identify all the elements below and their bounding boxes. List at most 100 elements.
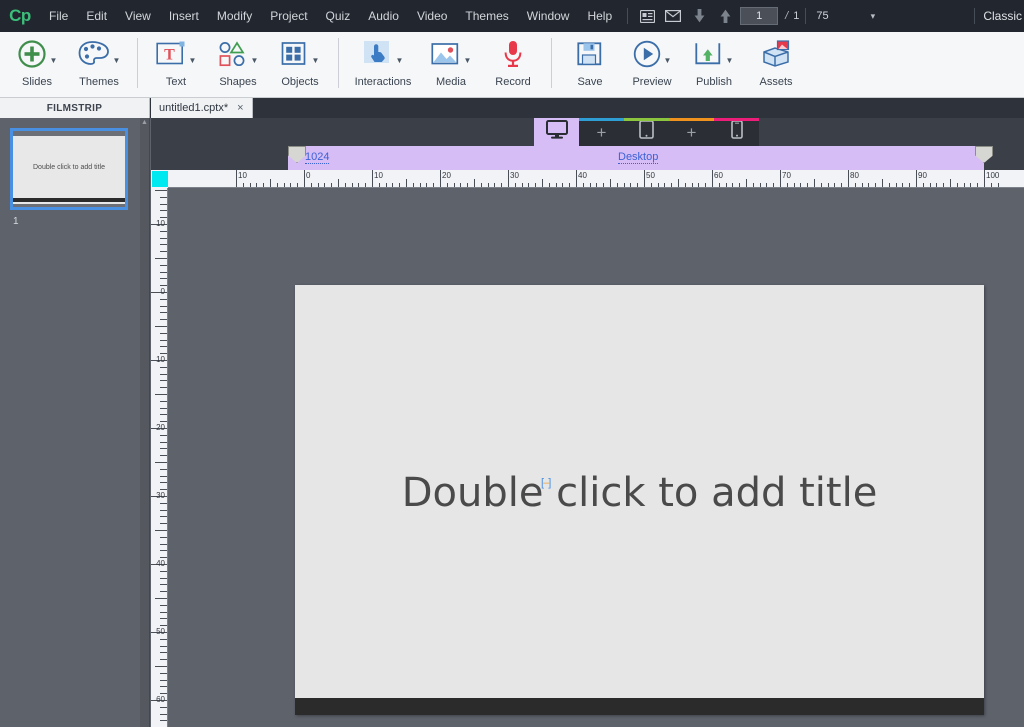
breakpoint-desktop[interactable] bbox=[534, 118, 579, 146]
filmstrip-scrollbar[interactable]: ▲ bbox=[140, 118, 149, 727]
ruler-minor-tick bbox=[460, 183, 462, 187]
menu-item-quiz[interactable]: Quiz bbox=[317, 0, 360, 32]
ruler-minor-tick bbox=[698, 183, 700, 187]
ribbon-button-preview[interactable]: ▼ Preview bbox=[621, 32, 683, 96]
ruler-minor-tick bbox=[385, 183, 387, 187]
chevron-down-icon[interactable]: ▼ bbox=[664, 56, 672, 65]
vertical-ruler[interactable]: 20100102030405060708090100 bbox=[151, 188, 168, 727]
zoom-dropdown-caret-icon[interactable]: ▾ bbox=[871, 11, 876, 22]
ruler-minor-tick bbox=[160, 468, 167, 470]
arrow-up-icon[interactable] bbox=[712, 5, 738, 27]
menu-item-audio[interactable]: Audio bbox=[359, 0, 408, 32]
slide-title-placeholder[interactable]: Double click to add title bbox=[295, 470, 984, 516]
scroll-up-arrow-icon[interactable]: ▲ bbox=[140, 118, 149, 127]
ruler-minor-tick bbox=[868, 183, 870, 187]
ruler-minor-tick bbox=[861, 183, 863, 187]
horizontal-ruler[interactable]: 10 0 10 20 30 40 50 60 70 80 90 100 bbox=[168, 170, 1024, 188]
chevron-down-icon[interactable]: ▼ bbox=[189, 56, 197, 65]
ribbon-button-assets[interactable]: Assets bbox=[745, 32, 807, 96]
breakpoint-add-1[interactable]: + bbox=[579, 118, 624, 146]
ribbon-button-record[interactable]: Record bbox=[482, 32, 544, 96]
menu-item-video[interactable]: Video bbox=[408, 0, 456, 32]
workspace-label[interactable]: Classic bbox=[974, 0, 1024, 32]
document-tab[interactable]: untitled1.cptx* × bbox=[151, 98, 253, 118]
ruler-minor-tick bbox=[494, 183, 496, 187]
chevron-down-icon[interactable]: ▼ bbox=[50, 56, 58, 65]
chevron-down-icon[interactable]: ▼ bbox=[396, 56, 404, 65]
breakpoint-add-2[interactable]: + bbox=[669, 118, 714, 146]
arrow-down-icon[interactable] bbox=[686, 5, 712, 27]
ruler-minor-tick bbox=[160, 570, 167, 572]
menu-item-project[interactable]: Project bbox=[261, 0, 316, 32]
ruler-minor-tick bbox=[160, 475, 167, 477]
ruler-minor-tick bbox=[160, 278, 167, 280]
menu-item-window[interactable]: Window bbox=[518, 0, 579, 32]
mobile-phone-icon bbox=[730, 120, 743, 144]
slide-notes-icon[interactable] bbox=[634, 5, 660, 27]
ruler-minor-tick bbox=[344, 183, 346, 187]
breakpoint-color-bar-pink bbox=[714, 118, 759, 121]
breakpoint-tablet[interactable] bbox=[624, 118, 669, 146]
palette-icon bbox=[78, 40, 110, 73]
ribbon-label-media: Media bbox=[436, 76, 466, 88]
breakpoint-width-value[interactable]: 1024 bbox=[305, 151, 330, 164]
chevron-down-icon[interactable]: ▼ bbox=[251, 56, 259, 65]
ruler-minor-tick bbox=[160, 455, 167, 457]
ruler-label: 20 bbox=[442, 171, 451, 180]
ruler-minor-tick bbox=[650, 183, 652, 187]
ruler-minor-tick bbox=[820, 183, 822, 187]
menu-item-help[interactable]: Help bbox=[578, 0, 621, 32]
app-logo[interactable]: Cp bbox=[0, 0, 40, 32]
slide-thumbnail-1[interactable]: Double click to add title bbox=[10, 128, 128, 210]
ruler-minor-tick bbox=[990, 183, 992, 187]
breakpoint-color-bar-green bbox=[624, 118, 669, 121]
current-slide-input[interactable]: 1 bbox=[740, 7, 779, 25]
zoom-level-value[interactable]: 75 bbox=[812, 10, 828, 22]
chevron-down-icon[interactable]: ▼ bbox=[726, 56, 734, 65]
ribbon-button-interactions[interactable]: ▼ Interactions bbox=[346, 32, 420, 96]
ribbon-button-media[interactable]: ▼ Media bbox=[420, 32, 482, 96]
ruler-minor-tick bbox=[160, 421, 167, 423]
slide-canvas[interactable]: Double click to add title [–] bbox=[168, 188, 1024, 727]
ribbon-button-text[interactable]: T ▼ Text bbox=[145, 32, 207, 96]
ruler-minor-tick bbox=[970, 183, 972, 187]
filmstrip-panel-header[interactable]: FILMSTRIP bbox=[0, 98, 150, 118]
ribbon-label-interactions: Interactions bbox=[354, 76, 412, 88]
email-icon[interactable] bbox=[660, 5, 686, 27]
close-icon[interactable]: × bbox=[237, 102, 243, 114]
menu-item-insert[interactable]: Insert bbox=[160, 0, 208, 32]
plus-icon[interactable]: + bbox=[597, 124, 607, 141]
ribbon-button-shapes[interactable]: ▼ Shapes bbox=[207, 32, 269, 96]
menu-item-file[interactable]: File bbox=[40, 0, 77, 32]
ruler-minor-tick bbox=[467, 183, 469, 187]
ruler-minor-tick bbox=[392, 183, 394, 187]
slide-stage[interactable]: Double click to add title [–] bbox=[295, 285, 984, 715]
ruler-minor-tick bbox=[160, 332, 167, 334]
ruler-minor-tick bbox=[419, 183, 421, 187]
ribbon-button-objects[interactable]: ▼ Objects bbox=[269, 32, 331, 96]
ruler-minor-tick bbox=[616, 183, 618, 187]
play-circle-icon bbox=[633, 40, 661, 73]
shapes-icon-row: ▼ bbox=[218, 37, 259, 75]
breakpoint-mobile[interactable] bbox=[714, 118, 759, 146]
themes-icon-row: ▼ bbox=[78, 37, 121, 75]
menu-item-modify[interactable]: Modify bbox=[208, 0, 261, 32]
save-icon-row bbox=[577, 37, 603, 75]
ribbon-button-slides[interactable]: ▼ Slides bbox=[6, 32, 68, 96]
menu-item-edit[interactable]: Edit bbox=[77, 0, 116, 32]
menu-item-themes[interactable]: Themes bbox=[456, 0, 517, 32]
ruler-origin-marker[interactable] bbox=[152, 171, 168, 187]
chevron-down-icon[interactable]: ▼ bbox=[464, 56, 472, 65]
breakpoint-device-label[interactable]: Desktop bbox=[618, 151, 659, 164]
ribbon-button-themes[interactable]: ▼ Themes bbox=[68, 32, 130, 96]
plus-icon[interactable]: + bbox=[687, 124, 697, 141]
ruler-minor-tick bbox=[358, 183, 360, 187]
chevron-down-icon[interactable]: ▼ bbox=[113, 56, 121, 65]
ruler-minor-tick bbox=[160, 557, 167, 559]
ruler-minor-tick bbox=[160, 550, 167, 552]
ruler-minor-tick bbox=[562, 183, 564, 187]
chevron-down-icon[interactable]: ▼ bbox=[312, 56, 320, 65]
menu-item-view[interactable]: View bbox=[116, 0, 160, 32]
ribbon-button-save[interactable]: Save bbox=[559, 32, 621, 96]
ribbon-button-publish[interactable]: ▼ Publish bbox=[683, 32, 745, 96]
